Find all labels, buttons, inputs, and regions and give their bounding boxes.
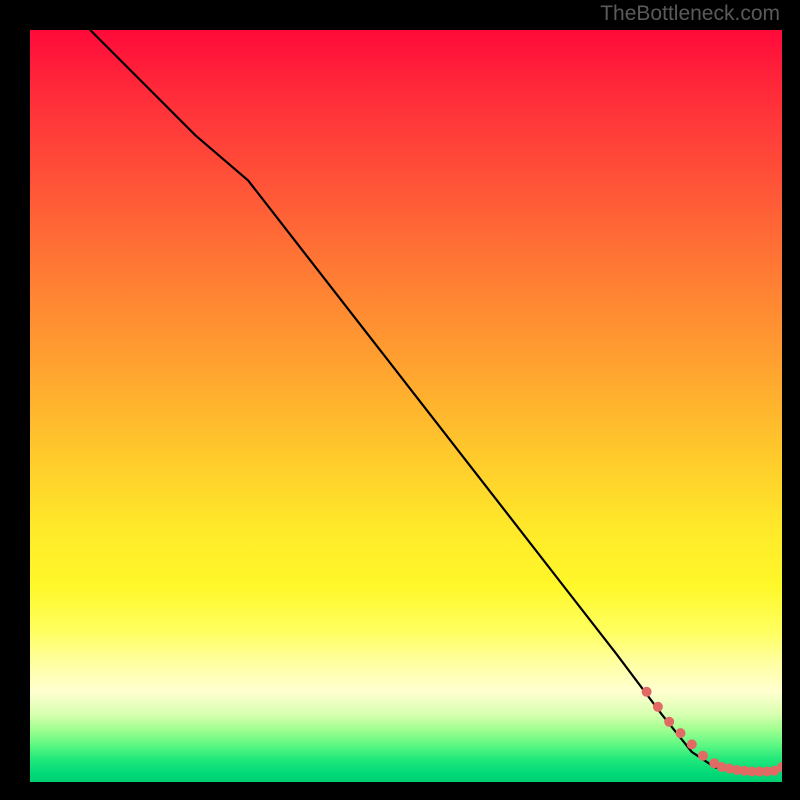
- bottleneck-curve: [90, 30, 782, 773]
- data-point: [698, 751, 708, 761]
- data-point: [747, 767, 757, 777]
- data-point: [717, 762, 727, 772]
- data-point: [724, 764, 734, 774]
- data-point: [642, 687, 652, 697]
- data-point: [709, 758, 719, 768]
- data-point: [770, 766, 780, 776]
- data-point: [687, 739, 697, 749]
- scatter-series: [642, 687, 782, 777]
- data-point: [653, 702, 663, 712]
- data-point: [762, 767, 772, 777]
- chart-svg: [30, 30, 782, 782]
- data-point: [777, 762, 782, 772]
- data-point: [739, 766, 749, 776]
- data-point: [664, 717, 674, 727]
- data-point: [676, 728, 686, 738]
- chart-plot-area: [30, 30, 782, 782]
- line-series: [90, 30, 782, 773]
- data-point: [754, 767, 764, 777]
- data-point: [732, 765, 742, 775]
- watermark-text: TheBottleneck.com: [600, 2, 780, 26]
